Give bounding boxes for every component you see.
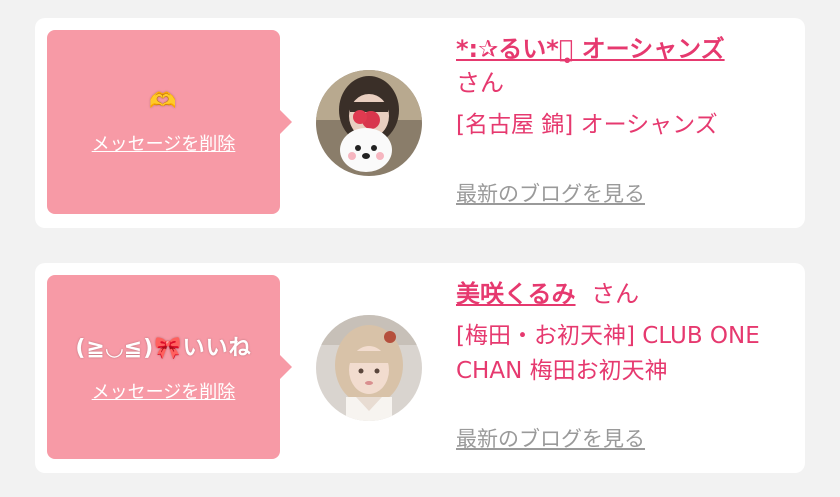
shop-name: [名古屋 錦] オーシャンズ xyxy=(456,112,718,138)
sender-name-link[interactable]: *:✰るい*：̥ オーシャンズ xyxy=(456,35,725,63)
message-text: 🫶 xyxy=(149,88,178,114)
latest-blog-link[interactable]: 最新のブログを見る xyxy=(456,423,645,453)
message-bubble: 🫶 メッセージを削除 xyxy=(47,30,292,214)
delete-message-link[interactable]: メッセージを削除 xyxy=(92,378,236,404)
delete-message-link[interactable]: メッセージを削除 xyxy=(92,130,236,156)
sender-info: 美咲くるみ さん [梅田・お初天神] CLUB ONE CHAN 梅田お初天神 xyxy=(456,277,796,389)
honorific: さん xyxy=(591,280,640,308)
avatar[interactable] xyxy=(316,70,422,176)
message-text: (⁠≧⁠◡⁠≦⁠)🎀いいね xyxy=(75,336,252,361)
honorific-line: さん xyxy=(456,66,796,100)
latest-blog-link[interactable]: 最新のブログを見る xyxy=(456,178,645,208)
shop-name: [梅田・お初天神] CLUB ONE CHAN 梅田お初天神 xyxy=(456,323,760,384)
message-card: 🫶 メッセージを削除 *:✰るい*：̥ オーシャンズ さん [名古屋 錦] オー… xyxy=(35,18,805,228)
avatar[interactable] xyxy=(316,315,422,421)
name-line: 美咲くるみ さん xyxy=(456,277,796,311)
message-card: (⁠≧⁠◡⁠≦⁠)🎀いいね メッセージを削除 美咲くるみ さん [梅田・お初天神… xyxy=(35,263,805,473)
name-line: *:✰るい*：̥ オーシャンズ xyxy=(456,32,796,66)
avatar-photo xyxy=(316,70,422,176)
avatar-photo xyxy=(316,315,422,421)
honorific: さん xyxy=(456,69,504,97)
message-bubble: (⁠≧⁠◡⁠≦⁠)🎀いいね メッセージを削除 xyxy=(47,275,292,459)
sender-info: *:✰るい*：̥ オーシャンズ さん [名古屋 錦] オーシャンズ xyxy=(456,32,796,143)
sender-name-link[interactable]: 美咲くるみ xyxy=(456,280,576,308)
